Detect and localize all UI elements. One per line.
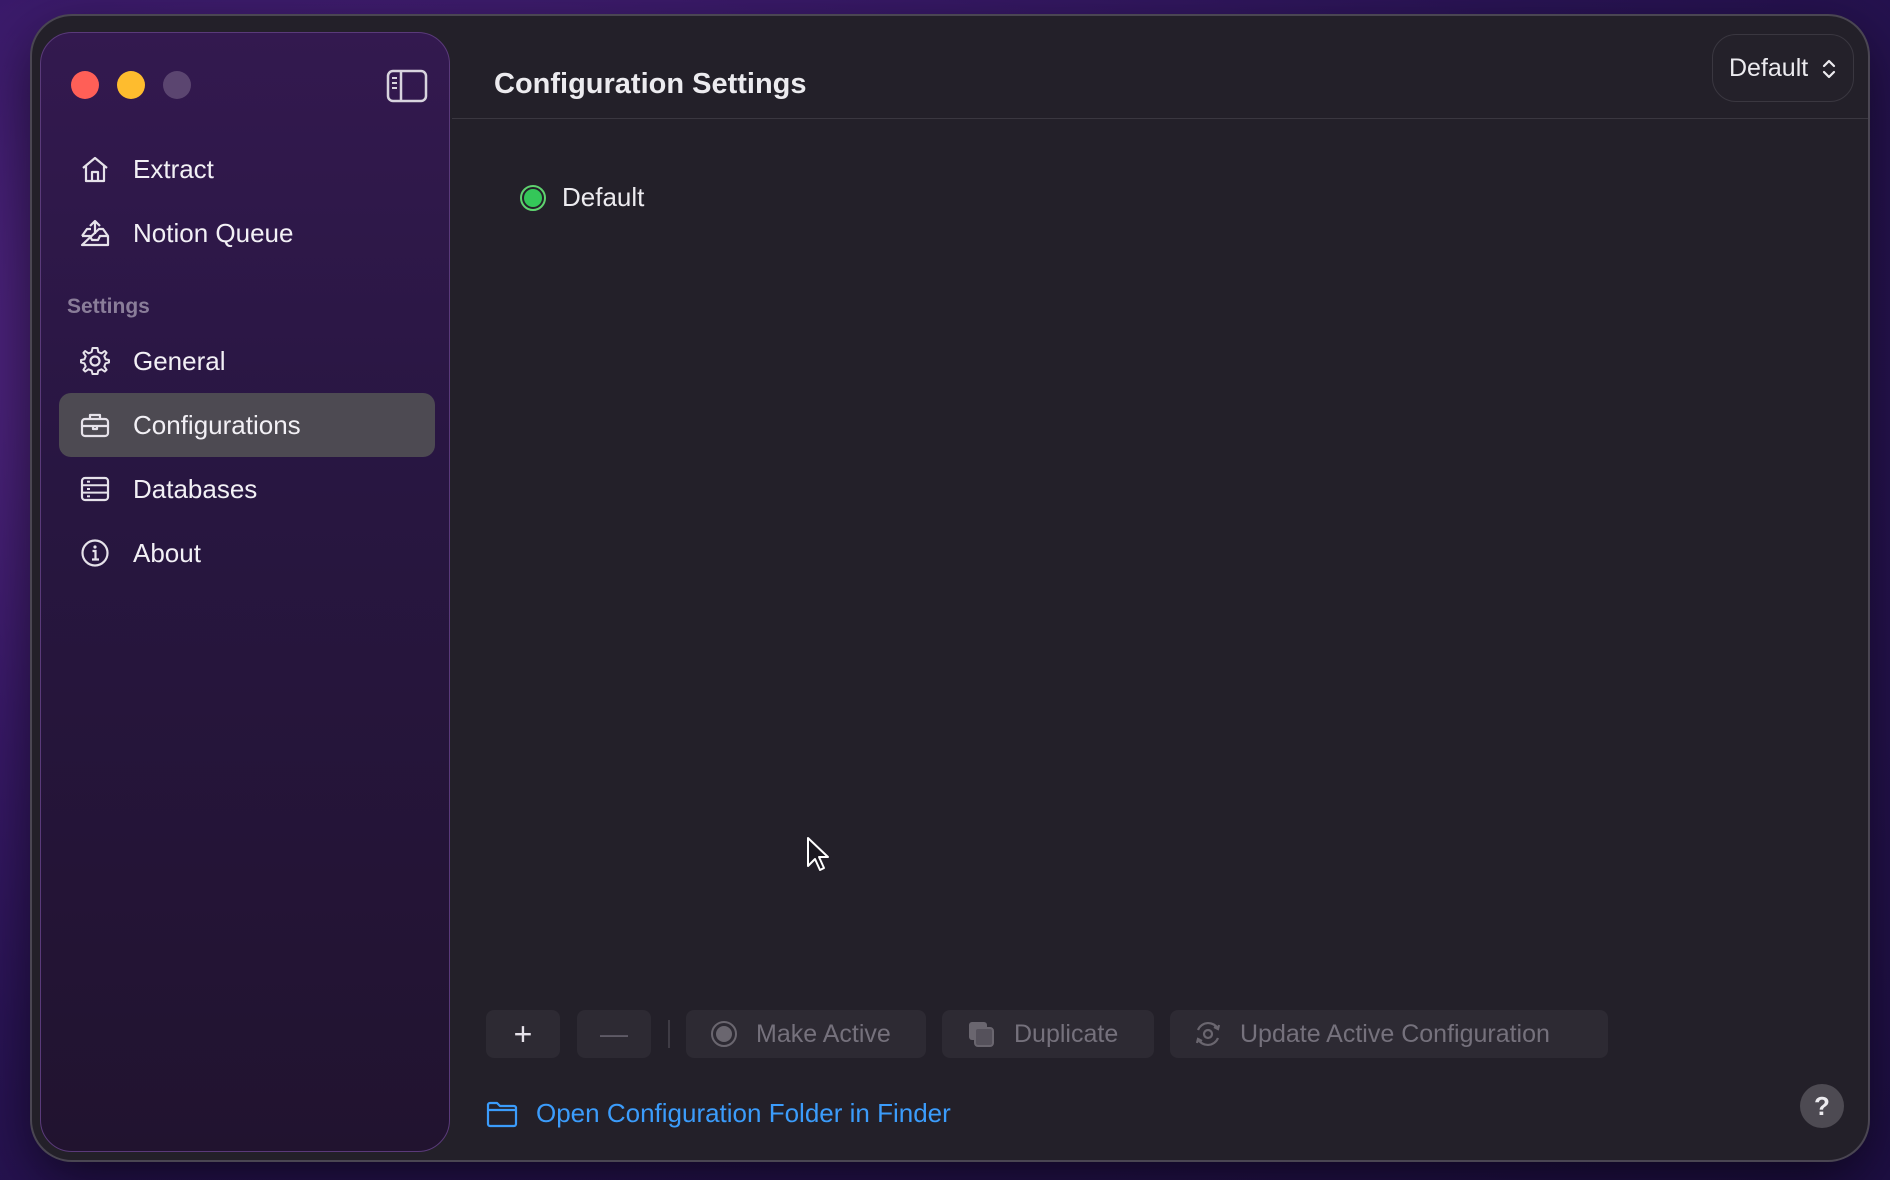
remove-configuration-button[interactable]: — [577,1010,651,1058]
gear-refresh-icon [1195,1021,1221,1047]
minus-icon: — [600,1018,628,1049]
help-button[interactable]: ? [1800,1084,1844,1128]
sidebar-item-label: Configurations [133,409,301,440]
zoom-window-button[interactable] [163,71,191,99]
duplicate-icon [969,1022,994,1047]
gear-icon [79,345,111,377]
sidebar-item-label: Extract [133,153,214,184]
info-icon [79,537,111,569]
configuration-selector[interactable]: Default [1712,34,1854,102]
sidebar-item-general[interactable]: General [59,329,435,393]
briefcase-icon [79,409,111,441]
configuration-selector-value: Default [1729,53,1809,82]
configuration-name: Default [562,182,645,212]
page-title: Configuration Settings [494,68,807,100]
plus-icon: + [513,1015,533,1052]
active-status-indicator [520,184,546,211]
sidebar-item-label: About [133,537,201,568]
configuration-list-item[interactable]: Default [520,182,644,213]
make-active-button[interactable]: Make Active [686,1010,926,1058]
mouse-pointer-icon [807,837,829,871]
toolbar-separator [668,1020,670,1048]
sidebar-item-about[interactable]: About [59,521,435,585]
add-configuration-button[interactable]: + [486,1010,560,1058]
open-configuration-folder-link[interactable]: Open Configuration Folder in Finder [486,1098,951,1129]
app-window: Extract Notion Queue Settings General Co… [32,16,1868,1160]
sidebar-item-label: General [133,345,226,376]
header-divider [452,118,1868,119]
sidebar: Extract Notion Queue Settings General Co… [40,32,450,1152]
minimize-window-button[interactable] [117,71,145,99]
folder-icon [486,1101,518,1127]
update-active-configuration-button[interactable]: Update Active Configuration [1170,1010,1608,1058]
sidebar-item-notion-queue[interactable]: Notion Queue [59,201,435,265]
tray-upload-icon [79,217,111,249]
house-icon [79,153,111,185]
make-active-label: Make Active [756,1019,891,1048]
sidebar-item-label: Databases [133,473,258,504]
chevron-up-down-icon [1822,59,1836,79]
sidebar-item-label: Notion Queue [133,217,294,248]
sidebar-item-extract[interactable]: Extract [59,137,435,201]
database-icon [79,473,111,505]
radio-dot-icon [711,1021,737,1047]
close-window-button[interactable] [71,71,99,99]
update-active-configuration-label: Update Active Configuration [1240,1019,1550,1048]
open-configuration-folder-label: Open Configuration Folder in Finder [536,1098,951,1128]
settings-section-label: Settings [67,295,150,318]
sidebar-toggle-icon[interactable] [386,69,428,103]
duplicate-label: Duplicate [1014,1019,1119,1048]
duplicate-button[interactable]: Duplicate [942,1010,1154,1058]
sidebar-item-databases[interactable]: Databases [59,457,435,521]
sidebar-item-configurations[interactable]: Configurations [59,393,435,457]
